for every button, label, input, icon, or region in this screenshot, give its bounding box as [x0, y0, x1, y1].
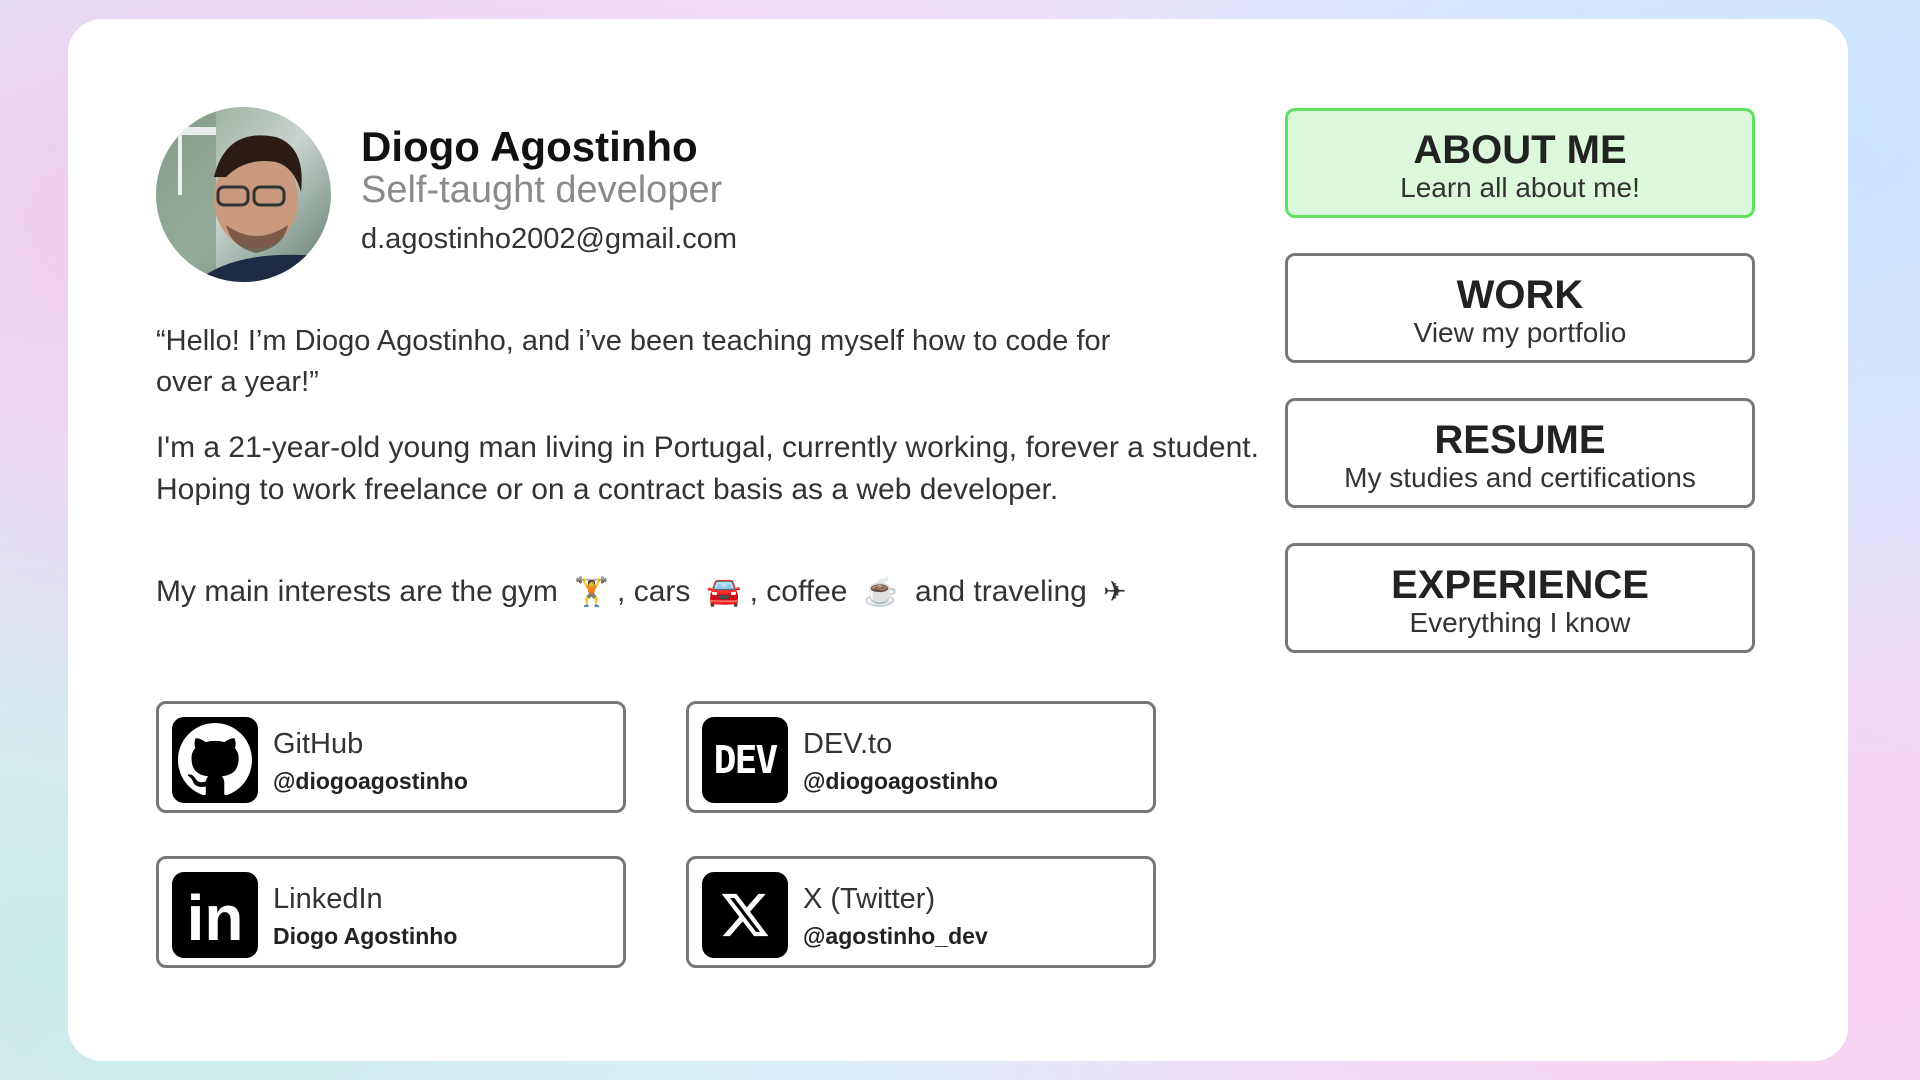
nav-work-button[interactable]: WORK View my portfolio [1285, 253, 1755, 363]
interests-line: My main interests are the gym 🏋, cars 🚘,… [156, 571, 1135, 613]
avatar [156, 107, 331, 282]
social-platform: LinkedIn [273, 883, 383, 915]
x-icon [702, 872, 788, 958]
social-platform: DEV.to [803, 728, 893, 760]
social-platform: X (Twitter) [803, 883, 936, 915]
nav-title: EXPERIENCE [1391, 563, 1649, 607]
interests-coffee: , coffee [749, 575, 848, 608]
social-handle: Diogo Agostinho [273, 923, 458, 949]
profile-card: Diogo Agostinho Self-taught developer d.… [68, 19, 1848, 1061]
nav-desc: My studies and certifications [1344, 462, 1696, 493]
nav-title: ABOUT ME [1413, 128, 1627, 172]
github-icon [172, 717, 258, 803]
social-linkedin-card[interactable]: in LinkedIn Diogo Agostinho [156, 856, 626, 968]
nav-experience-button[interactable]: EXPERIENCE Everything I know [1285, 543, 1755, 653]
social-github-card[interactable]: GitHub @diogoagostinho [156, 701, 626, 813]
interests-cars: , cars [617, 575, 691, 608]
nav-about-me-button[interactable]: ABOUT ME Learn all about me! [1285, 108, 1755, 218]
profile-email[interactable]: d.agostinho2002@gmail.com [361, 223, 737, 256]
coffee-emoji-icon: ☕ [863, 576, 899, 607]
dev-logo-text: DEV [713, 738, 779, 782]
nav-resume-button[interactable]: RESUME My studies and certifications [1285, 398, 1755, 508]
nav-desc: Learn all about me! [1400, 172, 1640, 203]
social-x-card[interactable]: X (Twitter) @agostinho_dev [686, 856, 1156, 968]
nav-title: RESUME [1434, 418, 1606, 462]
social-platform: GitHub [273, 728, 364, 760]
dev-icon: DEV [702, 717, 788, 803]
social-handle: @agostinho_dev [803, 923, 988, 949]
interests-prefix: My main interests are the gym [156, 575, 558, 608]
car-emoji-icon: 🚘 [706, 576, 742, 607]
about-quote: “Hello! I’m Diogo Agostinho, and i’ve be… [156, 325, 1111, 398]
social-handle: @diogoagostinho [803, 768, 998, 794]
profile-subtitle: Self-taught developer [361, 169, 723, 211]
about-bio: I'm a 21-year-old young man living in Po… [156, 431, 1259, 506]
social-dev-card[interactable]: DEV DEV.to @diogoagostinho [686, 701, 1156, 813]
nav-desc: Everything I know [1409, 607, 1631, 638]
interests-travel: and traveling [915, 575, 1087, 608]
social-handle: @diogoagostinho [273, 768, 468, 794]
gym-emoji-icon: 🏋 [574, 576, 610, 607]
profile-name: Diogo Agostinho [361, 123, 698, 170]
nav-desc: View my portfolio [1413, 317, 1627, 348]
linkedin-icon: in [172, 872, 258, 958]
linkedin-logo-text: in [186, 882, 244, 954]
nav-title: WORK [1456, 273, 1584, 317]
plane-emoji-icon: ✈ [1103, 576, 1127, 607]
avatar-photo [156, 107, 331, 282]
